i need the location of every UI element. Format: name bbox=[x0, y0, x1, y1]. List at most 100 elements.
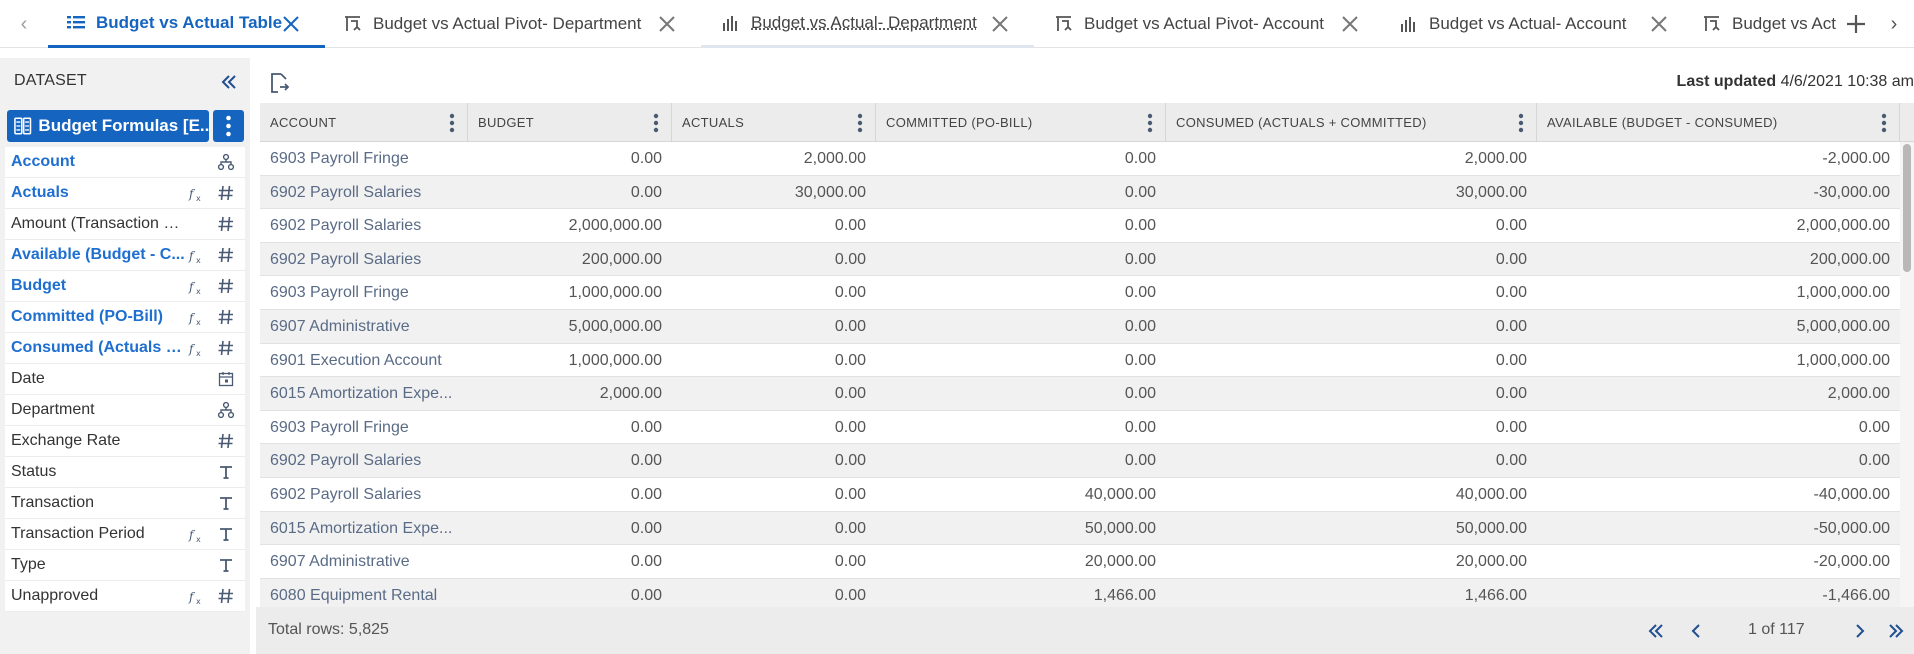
svg-text:x: x bbox=[196, 597, 201, 606]
column-header[interactable]: CONSUMED (ACTUALS + COMMITTED) bbox=[1166, 103, 1537, 142]
table-row[interactable]: 6902 Payroll Salaries 0.00 30,000.00 0.00 30… bbox=[260, 175, 1900, 210]
column-header[interactable]: COMMITTED (PO-BILL) bbox=[876, 103, 1166, 142]
column-menu-icon[interactable] bbox=[449, 113, 455, 133]
value-cell: 20,000.00 bbox=[1084, 553, 1156, 571]
table-row[interactable]: 6015 Amortization Expe... 2,000.00 0.00 0.0… bbox=[260, 377, 1900, 411]
table-row[interactable]: 6015 Amortization Expe... 0.00 0.00 50,000.… bbox=[260, 511, 1900, 546]
field-label: Account bbox=[11, 153, 75, 170]
close-icon[interactable] bbox=[1340, 14, 1360, 34]
value-cell: 50,000.00 bbox=[1084, 519, 1156, 537]
column-header[interactable]: ACCOUNT bbox=[260, 103, 468, 142]
field-label: Amount (Transaction Cur... bbox=[11, 215, 187, 232]
table-row[interactable]: 6907 Administrative 0.00 0.00 20,000.00 20,0… bbox=[260, 545, 1900, 579]
table-row[interactable]: 6907 Administrative 5,000,000.00 0.00 0.00 0… bbox=[260, 309, 1900, 344]
close-icon[interactable] bbox=[1649, 14, 1669, 34]
last-updated-value: 4/6/2021 10:38 am bbox=[1780, 73, 1914, 90]
tabs-scroll-left-icon[interactable]: ‹ bbox=[14, 12, 34, 36]
table-row[interactable]: 6903 Payroll Fringe 1,000,000.00 0.00 0.00 0… bbox=[260, 276, 1900, 310]
column-menu-icon[interactable] bbox=[1881, 113, 1887, 133]
field-item[interactable]: Actuals f x bbox=[5, 178, 245, 209]
field-item[interactable]: Available (Budget - C... f x bbox=[5, 240, 245, 271]
next-page-icon[interactable] bbox=[1850, 621, 1870, 641]
account-cell: 6902 Payroll Salaries bbox=[270, 183, 422, 201]
value-cell: 0.00 bbox=[1495, 217, 1527, 235]
table-row[interactable]: 6903 Payroll Fringe 0.00 2,000.00 0.00 2,000… bbox=[260, 142, 1900, 176]
first-page-icon[interactable] bbox=[1646, 621, 1666, 641]
field-item[interactable]: Status bbox=[5, 457, 245, 488]
formula-icon: fx bbox=[188, 187, 201, 203]
column-menu-icon[interactable] bbox=[653, 113, 659, 133]
close-icon[interactable] bbox=[990, 14, 1010, 34]
tab-budget-vs-actual-account[interactable]: Budget vs Actual- Account bbox=[1399, 0, 1699, 48]
column-menu-icon[interactable] bbox=[1147, 113, 1153, 133]
tab-budget-vs-actual-pivot-department[interactable]: Budget vs Actual Pivot- Department bbox=[343, 0, 683, 48]
value-cell: 0.00 bbox=[834, 284, 866, 302]
column-menu-icon[interactable] bbox=[857, 113, 863, 133]
collapse-sidebar-icon[interactable] bbox=[219, 72, 239, 92]
field-label: Budget bbox=[11, 277, 67, 294]
dataset-selector-button[interactable]: Budget Formulas [E... bbox=[7, 110, 209, 142]
column-header[interactable]: BUDGET bbox=[468, 103, 672, 142]
value-cell: 5,000,000.00 bbox=[568, 317, 662, 335]
tab-label: Budget vs Actual Table bbox=[96, 12, 283, 32]
table-row[interactable]: 6902 Payroll Salaries 200,000.00 0.00 0.00 0… bbox=[260, 242, 1900, 277]
table-row[interactable]: 6902 Payroll Salaries 0.00 0.00 40,000.00 40… bbox=[260, 478, 1900, 512]
tab-budget-vs-actual-table[interactable]: Budget vs Actual Table bbox=[48, 0, 325, 48]
field-item[interactable]: Date bbox=[5, 364, 245, 395]
account-cell: 6901 Execution Account bbox=[270, 351, 442, 369]
table-row[interactable]: 6901 Execution Account 1,000,000.00 0.00 0.… bbox=[260, 344, 1900, 378]
value-cell: 0.00 bbox=[834, 385, 866, 403]
field-item[interactable]: Account bbox=[5, 147, 245, 178]
tabs-scroll-right-icon[interactable]: › bbox=[1884, 12, 1904, 36]
field-item[interactable]: Transaction bbox=[5, 488, 245, 519]
value-cell: 2,000,000.00 bbox=[1796, 217, 1890, 235]
field-item[interactable]: Department bbox=[5, 395, 245, 426]
scrollbar-thumb[interactable] bbox=[1903, 144, 1911, 272]
field-label: Consumed (Actuals +... bbox=[11, 339, 187, 356]
formula-icon: fx bbox=[188, 342, 201, 358]
tab-budget-vs-act[interactable]: Budget vs Act bbox=[1702, 0, 1838, 48]
field-item[interactable]: Exchange Rate bbox=[5, 426, 245, 457]
value-cell: 0.00 bbox=[1124, 452, 1156, 470]
value-cell: 1,466.00 bbox=[1093, 586, 1156, 604]
tab-budget-vs-actual-pivot-account[interactable]: Budget vs Actual Pivot- Account bbox=[1054, 0, 1374, 48]
close-icon[interactable] bbox=[657, 14, 677, 34]
field-label: Transaction Period bbox=[11, 525, 145, 542]
value-cell: 1,466.00 bbox=[1464, 586, 1527, 604]
account-cell: 6902 Payroll Salaries bbox=[270, 452, 422, 470]
field-item[interactable]: Consumed (Actuals +... f x bbox=[5, 333, 245, 364]
value-cell: 0.00 bbox=[630, 586, 662, 604]
field-item[interactable]: Transaction Period f x bbox=[5, 519, 245, 550]
field-item[interactable]: Type bbox=[5, 550, 245, 581]
last-page-icon[interactable] bbox=[1886, 621, 1906, 641]
column-menu-icon[interactable] bbox=[1518, 113, 1524, 133]
previous-page-icon[interactable] bbox=[1686, 621, 1706, 641]
add-tab-icon[interactable] bbox=[1844, 12, 1868, 36]
field-label: Transaction bbox=[11, 494, 94, 511]
close-icon[interactable] bbox=[281, 14, 301, 34]
dataset-menu-icon[interactable] bbox=[213, 110, 244, 142]
column-header[interactable]: ACTUALS bbox=[672, 103, 876, 142]
field-item[interactable]: Committed (PO-Bill) f x bbox=[5, 302, 245, 333]
column-header-label: BUDGET bbox=[478, 115, 534, 130]
value-cell: -30,000.00 bbox=[1813, 183, 1890, 201]
value-cell: 50,000.00 bbox=[1455, 519, 1527, 537]
value-cell: 0.00 bbox=[1495, 385, 1527, 403]
field-item[interactable]: Unapproved f x bbox=[5, 581, 245, 612]
export-icon[interactable] bbox=[268, 72, 290, 94]
dataset-name: Budget Formulas [E... bbox=[38, 116, 209, 135]
field-item[interactable]: Budget f x bbox=[5, 271, 245, 302]
table-row[interactable]: 6080 Equipment Rental 0.00 0.00 1,466.00 1,4… bbox=[260, 578, 1900, 607]
value-cell: 0.00 bbox=[834, 452, 866, 470]
value-cell: 2,000.00 bbox=[1464, 150, 1527, 167]
field-item[interactable]: Amount (Transaction Cur... bbox=[5, 209, 245, 240]
value-cell: -20,000.00 bbox=[1813, 553, 1890, 571]
table-row[interactable]: 6902 Payroll Salaries 0.00 0.00 0.00 0.00 0.0… bbox=[260, 444, 1900, 478]
value-cell: 0.00 bbox=[834, 418, 866, 436]
table-row[interactable]: 6902 Payroll Salaries 2,000,000.00 0.00 0.0… bbox=[260, 209, 1900, 243]
tab-budget-vs-actual-department[interactable]: Budget vs Actual- Department bbox=[701, 0, 1034, 48]
account-cell: 6903 Payroll Fringe bbox=[270, 284, 409, 302]
value-cell: 0.00 bbox=[1124, 217, 1156, 235]
column-header[interactable]: AVAILABLE (BUDGET - CONSUMED) bbox=[1537, 103, 1900, 142]
table-row[interactable]: 6903 Payroll Fringe 0.00 0.00 0.00 0.00 0.00 bbox=[260, 411, 1900, 445]
